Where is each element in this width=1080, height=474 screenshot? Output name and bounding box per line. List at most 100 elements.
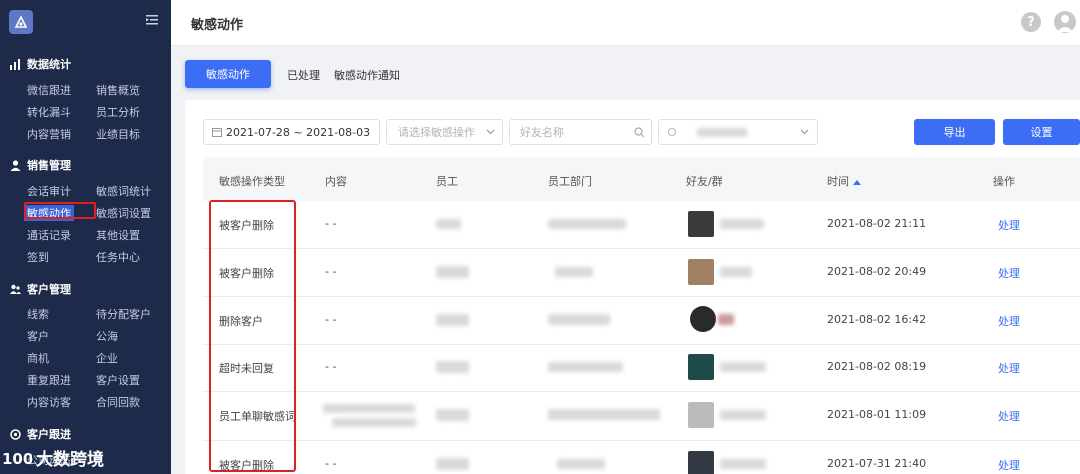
group-sales-mgmt[interactable]: 销售管理 — [10, 157, 71, 173]
blurred-department — [548, 362, 623, 372]
cell-content: - - — [325, 313, 337, 326]
sensitive-op-select[interactable]: 请选择敏感操作 — [386, 119, 503, 145]
blurred-friend — [718, 314, 734, 325]
loading-icon — [668, 128, 676, 136]
tab-notify[interactable]: 敏感动作通知 — [334, 67, 400, 83]
tab-sensitive-actions[interactable]: 敏感动作 — [185, 60, 271, 88]
blurred-content — [323, 404, 415, 413]
menu-item[interactable]: 销售概览 — [96, 82, 140, 98]
menu-item[interactable]: 业绩目标 — [96, 126, 140, 142]
brand-text: 大数跨境 — [36, 450, 104, 470]
cell-time: 2021-08-02 08:19 — [827, 360, 927, 373]
help-icon[interactable]: ? — [1021, 12, 1041, 32]
process-link[interactable]: 处理 — [998, 360, 1020, 376]
group-title-label: 客户管理 — [27, 283, 71, 296]
blurred-friend — [720, 267, 752, 277]
menu-item[interactable]: 公海 — [96, 328, 118, 344]
users-icon — [10, 284, 21, 294]
menu-item[interactable]: 签到 — [27, 249, 49, 265]
target-icon — [10, 428, 21, 440]
page-title: 敏感动作 — [191, 18, 244, 33]
col-header-action: 操作 — [993, 175, 1015, 188]
friend-avatar[interactable] — [688, 451, 714, 474]
menu-item[interactable]: 商机 — [27, 350, 49, 366]
row-divider — [203, 440, 1080, 441]
blurred-friend — [720, 362, 766, 372]
blurred-friend — [720, 459, 766, 469]
svg-text:100: 100 — [2, 450, 32, 468]
group-title-label: 数据统计 — [27, 58, 71, 71]
menu-item[interactable]: 客户 — [27, 328, 49, 344]
employee-select[interactable] — [658, 119, 818, 145]
cell-time: 2021-08-01 11:09 — [827, 408, 927, 421]
menu-item[interactable]: 敏感词统计 — [96, 183, 151, 199]
blurred-employee — [436, 219, 461, 229]
process-link[interactable]: 处理 — [998, 265, 1020, 281]
settings-button[interactable]: 设置 — [1003, 119, 1080, 145]
menu-item[interactable]: 敏感词设置 — [96, 205, 151, 221]
blurred-employee — [436, 266, 469, 278]
friend-avatar[interactable] — [688, 402, 714, 428]
sort-icon[interactable] — [853, 179, 861, 185]
friend-avatar[interactable] — [688, 211, 714, 237]
process-link[interactable]: 处理 — [998, 217, 1020, 233]
menu-item[interactable]: 待分配客户 — [96, 306, 151, 322]
highlight-box — [209, 200, 296, 472]
menu-item[interactable]: 员工分析 — [96, 104, 140, 120]
menu-item[interactable]: 企业 — [96, 350, 118, 366]
menu-item[interactable]: 合同回款 — [96, 394, 140, 410]
menu-item[interactable]: 内容访客 — [27, 394, 71, 410]
cell-time: 2021-08-02 20:49 — [827, 265, 927, 278]
blurred-friend — [720, 219, 764, 229]
friend-avatar[interactable] — [688, 259, 714, 285]
blurred-department — [548, 219, 626, 229]
menu-item[interactable]: 内容营销 — [27, 126, 71, 142]
user-avatar-icon[interactable] — [1054, 11, 1076, 33]
date-range-value: 2021-07-28 ~ 2021-08-03 — [226, 125, 371, 139]
collapse-menu-icon[interactable] — [146, 15, 158, 25]
menu-item[interactable]: 转化漏斗 — [27, 104, 71, 120]
group-data-stats[interactable]: 数据统计 — [10, 56, 71, 72]
blurred-department — [555, 267, 593, 277]
blurred-employee — [436, 314, 469, 326]
process-link[interactable]: 处理 — [998, 408, 1020, 424]
process-link[interactable]: 处理 — [998, 457, 1020, 473]
menu-item[interactable]: 通话记录 — [27, 227, 71, 243]
brand-logo-icon: 100 — [2, 450, 32, 468]
menu-item[interactable]: 其他设置 — [96, 227, 140, 243]
group-customer-followup[interactable]: 客户跟进 — [10, 426, 71, 442]
cell-time: 2021-07-31 21:40 — [827, 457, 927, 470]
input-placeholder: 好友名称 — [520, 126, 564, 139]
brand-watermark: 100 大数跨境 — [2, 445, 104, 471]
export-button[interactable]: 导出 — [914, 119, 995, 145]
menu-item[interactable]: 任务中心 — [96, 249, 140, 265]
blurred-friend — [720, 410, 766, 420]
row-divider — [203, 391, 1080, 392]
date-range-picker[interactable]: 2021-07-28 ~ 2021-08-03 — [203, 119, 380, 145]
friend-name-input[interactable]: 好友名称 — [509, 119, 652, 145]
calendar-icon — [212, 128, 222, 137]
menu-item[interactable]: 客户设置 — [96, 372, 140, 388]
menu-item[interactable]: 重复跟进 — [27, 372, 71, 388]
chevron-down-icon — [486, 129, 495, 135]
menu-item[interactable]: 微信跟进 — [27, 82, 71, 98]
highlight-box — [24, 202, 96, 219]
menu-item[interactable]: 会话审计 — [27, 183, 71, 199]
chevron-down-icon — [800, 129, 809, 135]
logo-icon — [14, 15, 28, 28]
friend-avatar[interactable] — [688, 354, 714, 380]
col-header-type: 敏感操作类型 — [219, 175, 285, 188]
group-title-label: 客户跟进 — [27, 428, 71, 441]
friend-avatar[interactable] — [690, 306, 716, 332]
blurred-employee — [436, 409, 469, 421]
process-link[interactable]: 处理 — [998, 313, 1020, 329]
col-header-time[interactable]: 时间 — [827, 173, 861, 189]
group-customer-mgmt[interactable]: 客户管理 — [10, 281, 71, 297]
tab-processed[interactable]: 已处理 — [287, 67, 320, 83]
menu-item[interactable]: 线索 — [27, 306, 49, 322]
app-logo[interactable] — [9, 10, 33, 34]
row-divider — [203, 296, 1080, 297]
sidebar: 数据统计 微信跟进 销售概览 转化漏斗 员工分析 内容营销 业绩目标 销售管理 … — [0, 0, 171, 474]
col-header-friend: 好友/群 — [686, 175, 723, 188]
cell-content: - - — [325, 457, 337, 470]
